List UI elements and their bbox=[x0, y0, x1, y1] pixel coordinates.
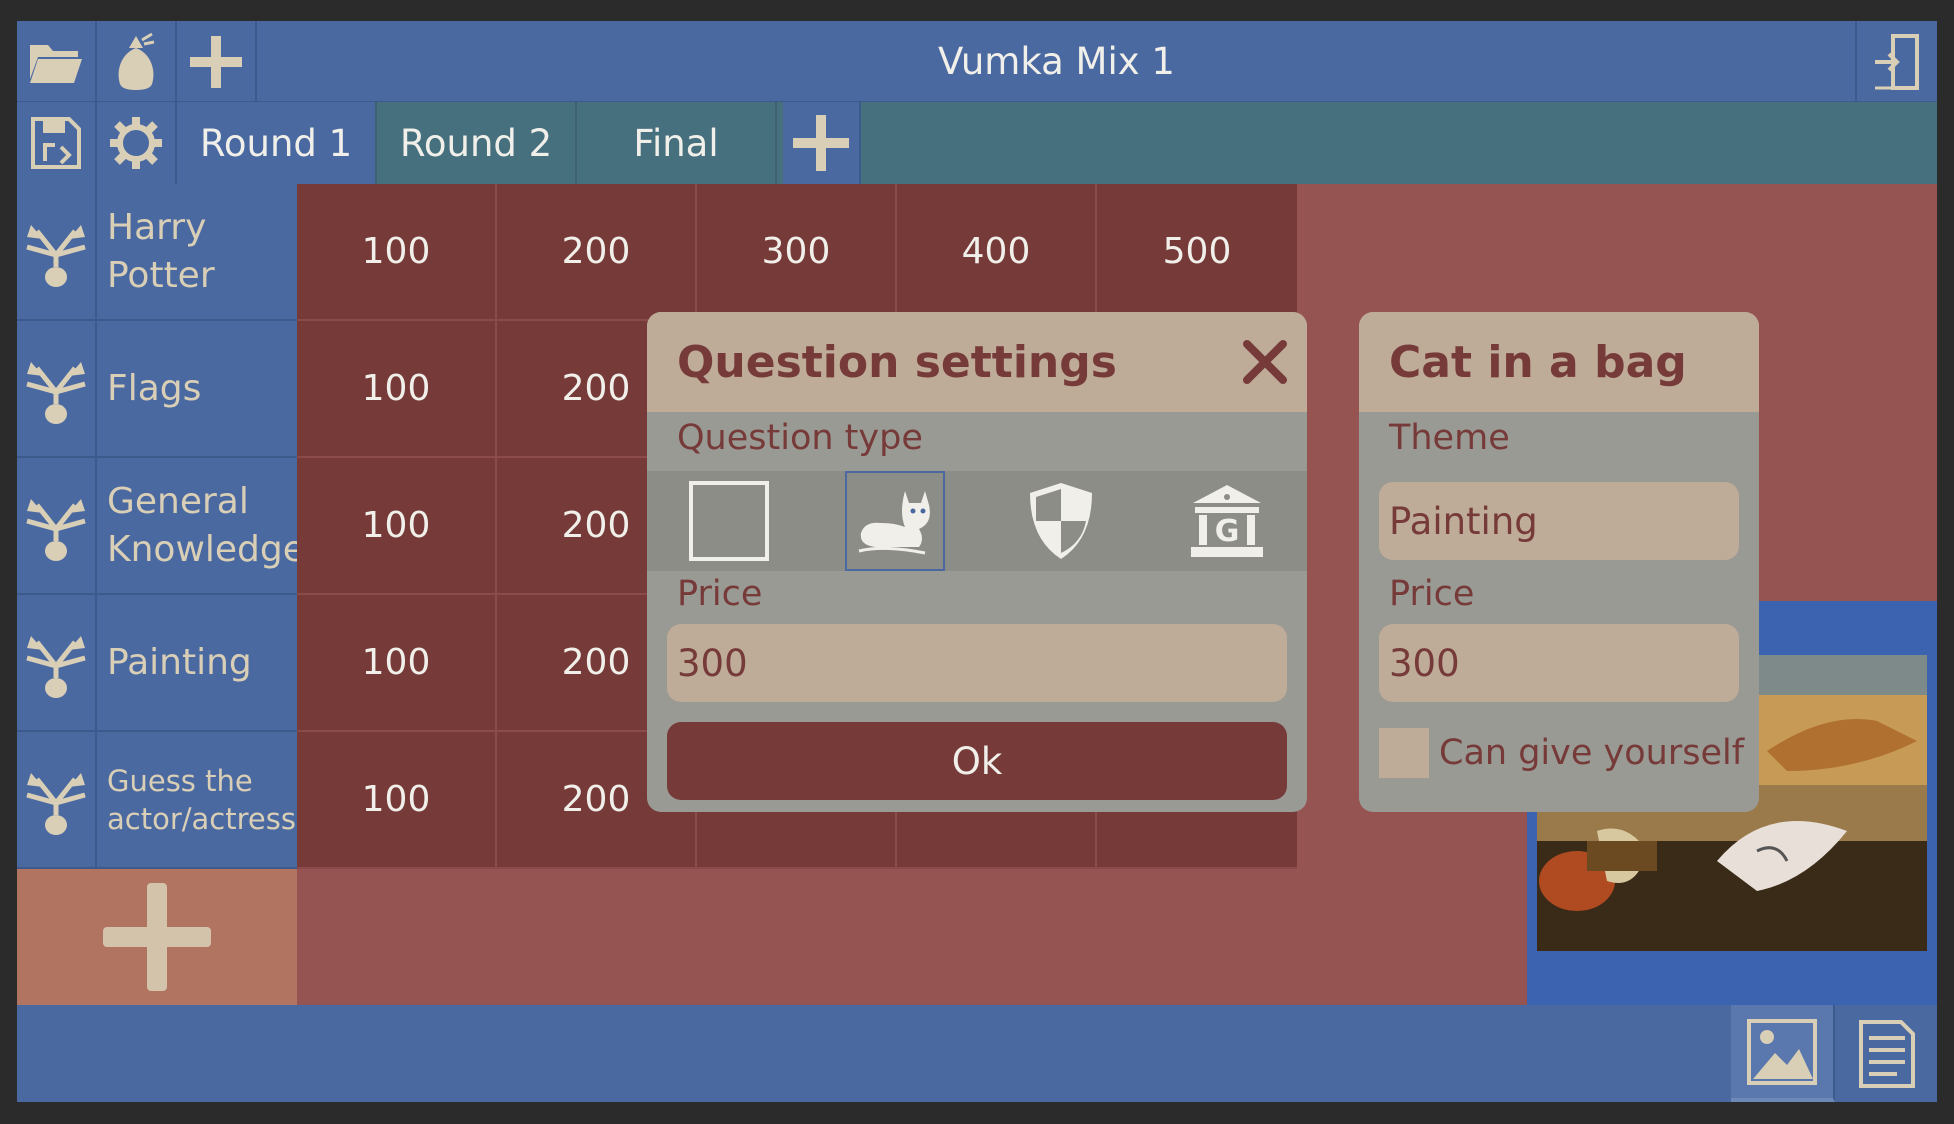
plant-icon bbox=[26, 224, 86, 287]
price-cell[interactable]: 100 bbox=[297, 595, 497, 732]
theme-name[interactable]: Flags bbox=[97, 321, 297, 458]
theme-plant-icon[interactable] bbox=[17, 458, 97, 595]
price-cell[interactable]: 400 bbox=[897, 184, 1097, 321]
type-auction-option[interactable]: G bbox=[1177, 471, 1277, 571]
game-title: Vumka Mix 1 bbox=[938, 40, 1175, 83]
price-input[interactable]: 300 bbox=[667, 624, 1287, 702]
theme-name[interactable]: General Knowledge bbox=[97, 458, 305, 595]
question-settings-dialog: Question settings Question type G Price … bbox=[647, 312, 1307, 812]
close-button[interactable] bbox=[1239, 336, 1291, 388]
folder-icon bbox=[30, 44, 82, 83]
image-icon bbox=[1747, 1018, 1817, 1085]
bag-button[interactable] bbox=[97, 21, 177, 102]
tab-round-2[interactable]: Round 2 bbox=[377, 102, 577, 184]
price-cell[interactable]: 300 bbox=[697, 184, 897, 321]
theme-plant-icon[interactable] bbox=[17, 321, 97, 458]
auction-icon: G bbox=[1191, 485, 1263, 557]
price-cell[interactable]: 100 bbox=[297, 321, 497, 458]
checkbox-label: Can give yourself bbox=[1439, 733, 1745, 773]
text-mode-button[interactable] bbox=[1837, 1005, 1937, 1102]
blank-square-icon bbox=[689, 481, 769, 561]
can-give-yourself-checkbox[interactable] bbox=[1379, 728, 1429, 778]
question-type-label: Question type bbox=[677, 418, 923, 458]
close-icon bbox=[1243, 340, 1287, 384]
tab-round-1[interactable]: Round 1 bbox=[177, 102, 377, 184]
plus-icon bbox=[103, 883, 211, 991]
game-editor: Vumka Mix 1 Round 1 Round 2 Final Harry … bbox=[17, 21, 1937, 1102]
add-round-button[interactable] bbox=[783, 102, 861, 184]
exit-button[interactable] bbox=[1855, 21, 1937, 102]
gear-icon bbox=[110, 117, 162, 169]
price-cell[interactable]: 100 bbox=[297, 184, 497, 321]
save-button[interactable] bbox=[17, 102, 97, 184]
text-icon bbox=[1859, 1019, 1915, 1088]
theme-input[interactable]: Painting bbox=[1379, 482, 1739, 560]
settings-button[interactable] bbox=[97, 102, 177, 184]
type-cat-option[interactable] bbox=[845, 471, 945, 571]
cat-icon bbox=[858, 491, 930, 555]
save-icon bbox=[31, 117, 81, 169]
theme-name[interactable]: Guess the actor/actress bbox=[97, 732, 297, 869]
dialog-title: Cat in a bag bbox=[1359, 312, 1759, 412]
type-risk-option[interactable] bbox=[1011, 471, 1111, 571]
price-cell[interactable]: 100 bbox=[297, 458, 497, 595]
add-theme-button[interactable] bbox=[17, 869, 297, 1005]
theme-plant-icon[interactable] bbox=[17, 184, 97, 321]
plant-icon bbox=[26, 498, 86, 561]
price-input[interactable]: 300 bbox=[1379, 624, 1739, 702]
app-window: Vumka Mix 1 Round 1 Round 2 Final Harry … bbox=[0, 0, 1954, 1124]
dialog-title: Question settings bbox=[647, 312, 1307, 412]
plant-icon bbox=[26, 772, 86, 835]
bag-icon bbox=[118, 32, 155, 90]
theme-plant-icon[interactable] bbox=[17, 595, 97, 732]
price-cell[interactable]: 500 bbox=[1097, 184, 1297, 321]
plant-icon bbox=[26, 361, 86, 424]
plus-icon bbox=[190, 35, 242, 88]
price-cell[interactable]: 100 bbox=[297, 732, 497, 869]
bottom-bar bbox=[17, 1005, 1937, 1102]
image-mode-button[interactable] bbox=[1731, 1005, 1835, 1102]
shield-icon bbox=[1030, 483, 1092, 559]
svg-text:G: G bbox=[1215, 514, 1240, 549]
theme-name[interactable]: Harry Potter bbox=[97, 184, 297, 321]
theme-label: Theme bbox=[1389, 418, 1510, 458]
type-normal-option[interactable] bbox=[679, 471, 779, 571]
price-label: Price bbox=[1389, 574, 1475, 614]
ok-button[interactable]: Ok bbox=[667, 722, 1287, 800]
theme-name[interactable]: Painting bbox=[97, 595, 297, 732]
price-cell[interactable]: 200 bbox=[497, 184, 697, 321]
tab-final[interactable]: Final bbox=[577, 102, 777, 184]
exit-icon bbox=[1875, 33, 1919, 90]
add-button[interactable] bbox=[177, 21, 257, 102]
plant-icon bbox=[26, 635, 86, 698]
question-type-selector: G bbox=[647, 471, 1307, 571]
open-folder-button[interactable] bbox=[17, 21, 97, 102]
top-toolbar: Vumka Mix 1 bbox=[17, 21, 1937, 102]
rounds-bar: Round 1 Round 2 Final bbox=[17, 102, 1937, 184]
price-label: Price bbox=[677, 574, 763, 614]
cat-in-bag-dialog: Cat in a bag Theme Painting Price 300 Ca… bbox=[1359, 312, 1759, 812]
theme-plant-icon[interactable] bbox=[17, 732, 97, 869]
add-round-icon bbox=[793, 115, 849, 171]
